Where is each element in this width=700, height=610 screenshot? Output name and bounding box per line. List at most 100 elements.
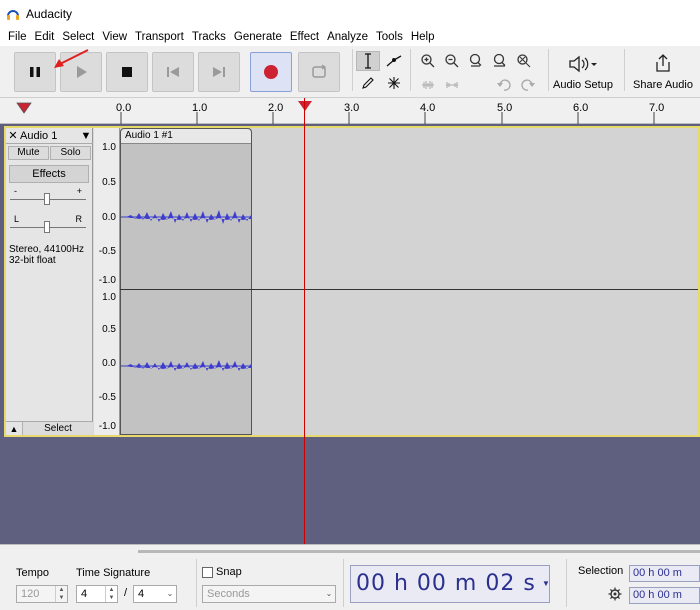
skip-to-end-button[interactable] — [198, 52, 240, 92]
mute-button[interactable]: Mute — [8, 146, 49, 160]
menu-bar: File Edit Select View Transport Tracks G… — [0, 28, 700, 46]
scale-label: -0.5 — [98, 392, 116, 403]
silence-button[interactable] — [440, 75, 464, 95]
skip-end-icon — [213, 67, 225, 77]
pause-icon — [30, 67, 40, 77]
menu-view[interactable]: View — [98, 31, 131, 43]
draw-tool-button[interactable] — [356, 73, 380, 93]
gear-icon[interactable] — [608, 587, 622, 601]
redo-button[interactable] — [516, 75, 540, 95]
gain-slider-knob[interactable] — [44, 193, 50, 205]
track-menu-chevron-down-icon[interactable]: ▼ — [79, 130, 93, 142]
envelope-tool-button[interactable] — [382, 51, 406, 71]
menu-generate[interactable]: Generate — [230, 31, 286, 43]
track-name[interactable]: Audio 1 — [20, 130, 79, 142]
snap-checkbox[interactable] — [202, 567, 213, 578]
solo-button[interactable]: Solo — [50, 146, 91, 160]
numerator-spin-arrows-icon[interactable]: ▲ ▼ — [105, 586, 117, 602]
fit-project-button[interactable] — [488, 51, 512, 71]
loop-icon — [312, 64, 327, 78]
record-button[interactable] — [250, 52, 292, 92]
multi-tool-button[interactable] — [382, 73, 406, 93]
track-footer: ▲ Select — [6, 421, 93, 435]
i-beam-icon — [365, 53, 371, 69]
clip-title[interactable]: Audio 1 #1 — [121, 129, 251, 144]
collapse-track-icon[interactable]: ▲ — [6, 424, 22, 434]
audio-track[interactable]: ✕ Audio 1 ▼ Mute Solo Effects - + L R St… — [4, 126, 700, 437]
skip-start-icon — [167, 67, 179, 77]
snap-unit-select[interactable]: Seconds ⌄ — [202, 585, 336, 603]
menu-tools[interactable]: Tools — [372, 31, 407, 43]
skip-to-start-button[interactable] — [152, 52, 194, 92]
select-track-button[interactable]: Select — [22, 422, 93, 435]
timeline-ruler[interactable]: 0.0 1.0 2.0 3.0 4.0 5.0 6.0 7.0 — [0, 98, 700, 124]
track-area[interactable]: ✕ Audio 1 ▼ Mute Solo Effects - + L R St… — [0, 124, 700, 544]
scale-label: -1.0 — [98, 421, 116, 432]
zoom-in-button[interactable] — [416, 51, 440, 71]
speaker-icon — [569, 55, 597, 73]
cursor-marker-icon[interactable] — [297, 100, 313, 112]
menu-effect[interactable]: Effect — [286, 31, 323, 43]
waveform-area[interactable]: Audio 1 #1 — [120, 128, 698, 435]
zoom-toggle-button[interactable] — [512, 51, 536, 71]
menu-select[interactable]: Select — [58, 31, 98, 43]
loop-button[interactable] — [298, 52, 340, 92]
audio-clip[interactable]: Audio 1 #1 — [120, 128, 252, 435]
close-track-icon[interactable]: ✕ — [6, 129, 20, 142]
title-bar: Audacity — [0, 0, 700, 28]
scale-label: -1.0 — [98, 275, 116, 286]
edit-toolbar — [412, 49, 548, 95]
effects-button[interactable]: Effects — [9, 165, 89, 183]
scale-label: 0.0 — [102, 212, 116, 223]
stop-button[interactable] — [106, 52, 148, 92]
transport-toolbar — [4, 49, 349, 95]
undo-icon — [497, 79, 511, 91]
envelope-icon — [386, 55, 402, 67]
menu-analyze[interactable]: Analyze — [323, 31, 372, 43]
tempo-spin-arrows-icon[interactable]: ▲ ▼ — [55, 586, 67, 602]
selection-tool-button[interactable] — [356, 51, 380, 71]
snap-label: Snap — [216, 566, 242, 578]
menu-transport[interactable]: Transport — [131, 31, 188, 43]
time-signature-denominator-select[interactable]: 4 ⌄ — [133, 585, 177, 603]
scale-label: 0.5 — [102, 177, 116, 188]
pan-slider[interactable]: L R — [10, 214, 86, 236]
trim-outside-button[interactable] — [416, 75, 440, 95]
audio-setup-button[interactable]: Audio Setup — [548, 49, 618, 95]
menu-help[interactable]: Help — [407, 31, 439, 43]
zoom-in-icon — [421, 54, 435, 68]
time-format-chevron-down-icon[interactable]: ▼ — [542, 579, 550, 588]
selection-label: Selection — [578, 565, 624, 577]
selection-start-field[interactable]: 00 h 00 m — [629, 565, 700, 582]
toolbar-separator — [196, 559, 197, 607]
time-display-value: 00 h 00 m 02 s — [356, 571, 536, 596]
pan-slider-knob[interactable] — [44, 221, 50, 233]
track-format-rate: Stereo, 44100Hz — [9, 244, 85, 255]
share-audio-button[interactable]: Share Audio — [628, 49, 698, 95]
scale-label: 0.0 — [102, 358, 116, 369]
fit-selection-button[interactable] — [464, 51, 488, 71]
chevron-down-icon[interactable]: ⌄ — [164, 586, 176, 602]
time-signature-label: Time Signature — [76, 567, 151, 579]
chevron-down-icon[interactable]: ⌄ — [323, 586, 335, 602]
time-display[interactable]: 00 h 00 m 02 s — [350, 565, 550, 603]
edit-cursor-line — [304, 98, 305, 544]
selection-start-value: 00 h 00 m — [633, 567, 682, 579]
snap-unit-value: Seconds — [207, 588, 250, 600]
gain-slider[interactable]: - + — [10, 186, 86, 208]
undo-button[interactable] — [492, 75, 516, 95]
menu-edit[interactable]: Edit — [31, 31, 59, 43]
tempo-input[interactable]: 120 ▲ ▼ — [16, 585, 68, 603]
annotation-arrow-icon — [54, 49, 89, 68]
main-toolbar: Audio Setup Share Audio — [0, 46, 700, 98]
menu-tracks[interactable]: Tracks — [188, 31, 230, 43]
toolbar-separator — [624, 49, 625, 91]
horizontal-scrollbar[interactable] — [138, 550, 700, 553]
zoom-out-button[interactable] — [440, 51, 464, 71]
channel-separator — [120, 289, 698, 290]
stop-icon — [122, 67, 132, 77]
tools-toolbar — [352, 49, 408, 95]
time-signature-numerator-input[interactable]: 4 ▲ ▼ — [76, 585, 118, 603]
menu-file[interactable]: File — [4, 31, 31, 43]
selection-end-field[interactable]: 00 h 00 m — [629, 587, 700, 604]
